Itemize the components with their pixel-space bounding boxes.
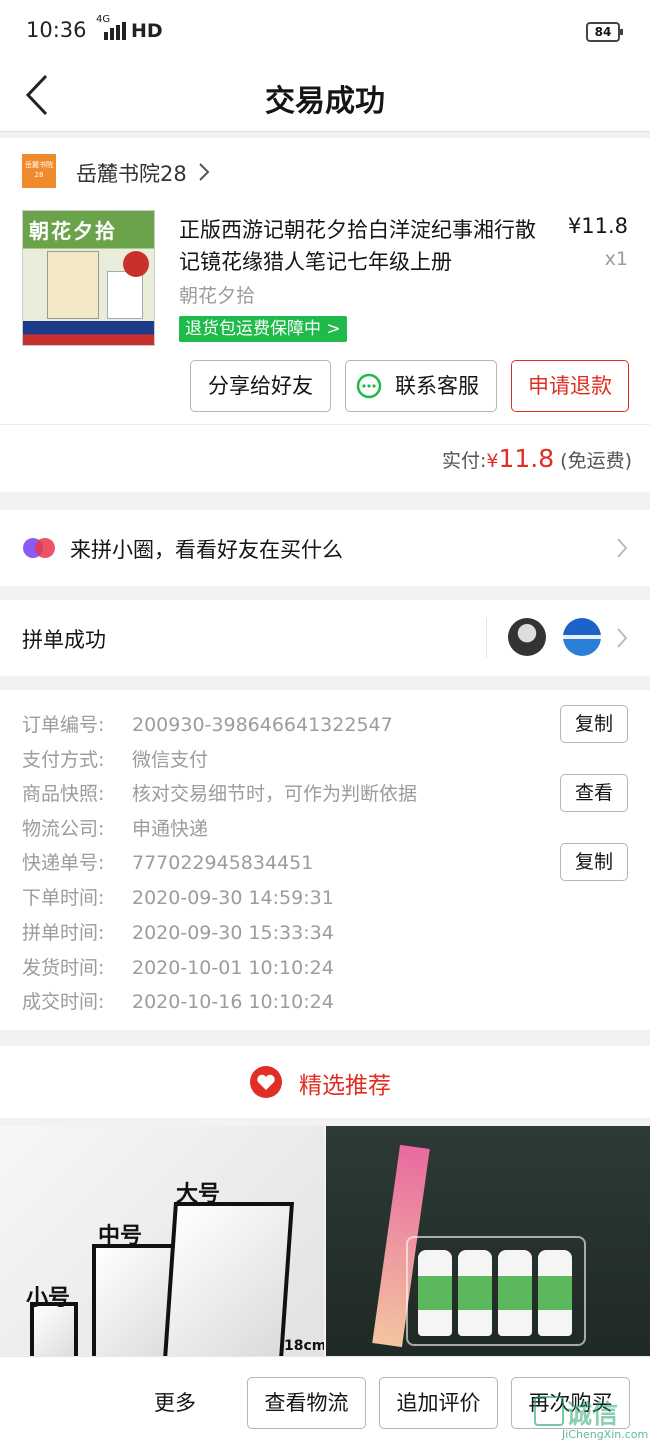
- chevron-right-icon: [617, 538, 628, 558]
- recommend-title: 精选推荐: [299, 1073, 391, 1099]
- shop-name[interactable]: 岳麓书院28: [76, 158, 187, 188]
- watermark-logo: [534, 1396, 564, 1426]
- product-quantity: x1: [604, 248, 628, 270]
- size-label-small: 小号: [26, 1286, 71, 1311]
- watermark-text: 诚信: [566, 1400, 619, 1430]
- contact-service-label: 联系客服: [395, 374, 479, 398]
- shipping-note: (免运费): [560, 450, 632, 472]
- shipping-guarantee-badge[interactable]: 退货包运费保障中 >: [179, 316, 347, 342]
- watermark-subtext: JiChengXin.com: [562, 1428, 649, 1441]
- paid-amount: 实付:¥11.8 (免运费): [442, 444, 632, 473]
- order-number-row: 订单编号: 200930-398646641322547: [22, 714, 393, 736]
- paid-label: 实付:: [441, 450, 487, 472]
- chevron-right-icon[interactable]: [198, 162, 210, 182]
- shop-logo[interactable]: 岳麓书院28: [22, 154, 56, 188]
- tracking-number-row: 快递单号: 777022945834451: [22, 852, 314, 874]
- status-bar: 10:36 4G HD 84: [0, 0, 650, 62]
- view-logistics-button[interactable]: 查看物流: [247, 1377, 366, 1429]
- friend-circle-row[interactable]: 来拼小圈，看看好友在买什么: [0, 510, 650, 586]
- size-label-medium: 中号: [98, 1224, 143, 1249]
- snapshot-row: 商品快照: 核对交易细节时，可作为判断依据: [22, 783, 418, 805]
- status-time: 10:36: [26, 18, 87, 42]
- avatar: [508, 618, 546, 656]
- page-title: 交易成功: [265, 84, 385, 119]
- chat-icon: [356, 373, 382, 399]
- product-price: ¥11.8: [567, 214, 628, 238]
- divider: [0, 424, 650, 425]
- contact-service-button[interactable]: 联系客服: [345, 360, 497, 412]
- mirror-large: [161, 1202, 295, 1356]
- cover-badge: [123, 251, 149, 277]
- avatar: [563, 618, 601, 656]
- deal-time-row: 成交时间: 2020-10-16 10:10:24: [22, 991, 334, 1013]
- view-snapshot-button[interactable]: 查看: [560, 774, 628, 812]
- copy-order-number-button[interactable]: 复制: [560, 705, 628, 743]
- share-button[interactable]: 分享给好友: [190, 360, 331, 412]
- recommend-product-image[interactable]: 小号 中号 大号 18cm): [0, 1126, 324, 1356]
- refund-button[interactable]: 申请退款: [511, 360, 629, 412]
- recommend-header: 精选推荐: [0, 1046, 650, 1118]
- divider: [486, 618, 487, 658]
- group-success-row[interactable]: 拼单成功: [0, 600, 650, 676]
- nav-bar: 交易成功: [0, 62, 650, 132]
- book-illustration: [107, 271, 143, 319]
- bottle: [418, 1250, 452, 1336]
- paid-currency: ¥: [486, 450, 499, 472]
- circle-logo-icon: [23, 538, 55, 558]
- copy-tracking-number-button[interactable]: 复制: [560, 843, 628, 881]
- bottle: [498, 1250, 532, 1336]
- product-cover-title: 朝花夕拾: [29, 219, 117, 243]
- size-dimension-label: 18cm): [284, 1338, 324, 1354]
- product-sku: 朝花夕拾: [179, 285, 256, 307]
- battery-icon: 84: [586, 22, 623, 42]
- order-card: 岳麓书院28 岳麓书院28 朝花夕拾 正版西游记朝花夕拾白洋淀纪事湘行散记镜花缘…: [0, 138, 650, 492]
- product-image[interactable]: 朝花夕拾: [22, 210, 155, 346]
- more-button[interactable]: 更多: [154, 1387, 196, 1417]
- bottle: [458, 1250, 492, 1336]
- signal-icon: [104, 22, 126, 40]
- friend-circle-text: 来拼小圈，看看好友在买什么: [70, 538, 343, 562]
- payment-method-row: 支付方式: 微信支付: [22, 749, 209, 771]
- logistics-company-row: 物流公司: 申通快递: [22, 818, 209, 840]
- add-review-button[interactable]: 追加评价: [379, 1377, 498, 1429]
- bottle: [538, 1250, 572, 1336]
- recommend-product-image[interactable]: [326, 1126, 650, 1356]
- chevron-right-icon: [617, 628, 628, 648]
- group-success-text: 拼单成功: [22, 628, 106, 652]
- size-label-large: 大号: [176, 1182, 221, 1207]
- book-illustration: [47, 251, 99, 319]
- group-time-row: 拼单时间: 2020-09-30 15:33:34: [22, 922, 334, 944]
- order-time-row: 下单时间: 2020-09-30 14:59:31: [22, 887, 334, 909]
- product-title[interactable]: 正版西游记朝花夕拾白洋淀纪事湘行散记镜花缘猎人笔记七年级上册: [179, 214, 549, 278]
- order-info-card: 订单编号: 200930-398646641322547 复制 支付方式: 微信支付…: [0, 690, 650, 1030]
- hd-indicator: HD: [131, 20, 163, 42]
- paid-value: 11.8: [498, 444, 555, 473]
- ship-time-row: 发货时间: 2020-10-01 10:10:24: [22, 957, 334, 979]
